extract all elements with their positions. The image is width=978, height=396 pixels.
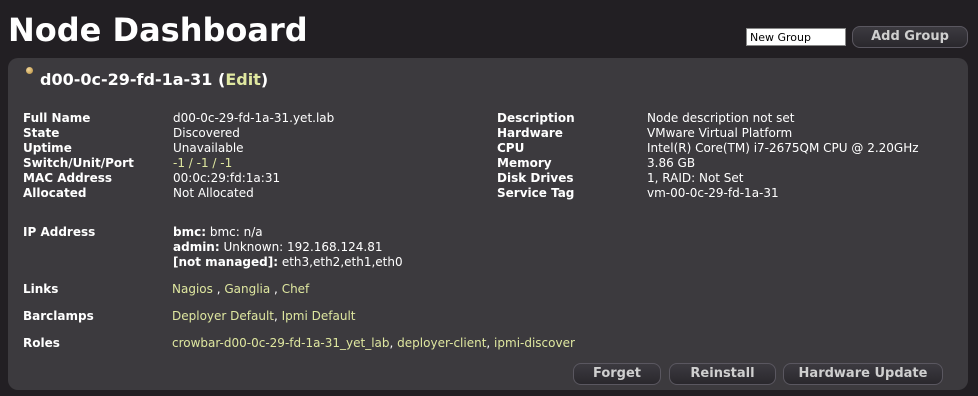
value-allocated: Not Allocated: [173, 186, 254, 200]
barclamp-ipmi[interactable]: Ipmi Default: [282, 309, 356, 323]
value-switch[interactable]: -1 / -1 / -1: [173, 156, 232, 171]
value-service-tag: vm-00-0c-29-fd-1a-31: [647, 186, 779, 200]
role-crowbar[interactable]: crowbar-d00-0c-29-fd-1a-31_yet_lab: [172, 336, 390, 350]
label-allocated: Allocated: [23, 186, 87, 200]
value-memory: 3.86 GB: [647, 156, 696, 170]
label-memory: Memory: [497, 156, 552, 170]
label-cpu: CPU: [497, 141, 525, 155]
role-deployer-client[interactable]: deployer-client: [397, 336, 486, 350]
label-switch: Switch/Unit/Port: [23, 156, 134, 170]
ip-bmc-key: bmc:: [173, 225, 207, 239]
barclamps-list: Deployer Default, Ipmi Default: [172, 309, 355, 324]
page-title: Node Dashboard: [8, 11, 308, 49]
barclamp-deployer[interactable]: Deployer Default: [172, 309, 274, 323]
links-separator: ,: [212, 282, 225, 296]
link-chef[interactable]: Chef: [282, 282, 310, 296]
ip-admin: admin: Unknown: 192.168.124.81: [173, 240, 382, 255]
value-hardware: VMware Virtual Platform: [647, 126, 793, 140]
label-disk-drives: Disk Drives: [497, 171, 574, 185]
new-group-input[interactable]: [746, 28, 846, 46]
label-uptime: Uptime: [23, 141, 72, 155]
reinstall-button[interactable]: Reinstall: [669, 363, 776, 385]
value-cpu: Intel(R) Core(TM) i7-2675QM CPU @ 2.20GH…: [647, 141, 919, 155]
node-name: d00-0c-29-fd-1a-31: [40, 70, 213, 89]
value-state: Discovered: [173, 126, 240, 140]
link-ganglia[interactable]: Ganglia: [224, 282, 270, 296]
label-hardware: Hardware: [497, 126, 563, 140]
hardware-update-button[interactable]: Hardware Update: [783, 363, 943, 385]
value-full-name: d00-0c-29-fd-1a-31.yet.lab: [173, 111, 335, 125]
roles-separator: ,: [486, 336, 495, 350]
node-header: d00-0c-29-fd-1a-31 (Edit): [40, 70, 269, 89]
label-service-tag: Service Tag: [497, 186, 575, 200]
links-list: Nagios , Ganglia , Chef: [172, 282, 309, 297]
ip-unmanaged: [not managed]: eth3,eth2,eth1,eth0: [173, 255, 403, 270]
value-mac: 00:0c:29:fd:1a:31: [173, 171, 281, 185]
role-ipmi-discover[interactable]: ipmi-discover: [494, 336, 575, 350]
ip-admin-value: Unknown: 192.168.124.81: [219, 240, 383, 254]
node-status-icon: [26, 67, 33, 74]
label-state: State: [23, 126, 60, 140]
links-separator: ,: [270, 282, 282, 296]
label-links: Links: [23, 282, 59, 296]
ip-unmanaged-value: eth3,eth2,eth1,eth0: [278, 255, 403, 269]
forget-button[interactable]: Forget: [573, 363, 661, 385]
label-mac: MAC Address: [23, 171, 113, 185]
roles-list: crowbar-d00-0c-29-fd-1a-31_yet_lab, depl…: [172, 336, 575, 351]
link-nagios[interactable]: Nagios: [172, 282, 213, 296]
barclamps-separator: ,: [274, 309, 282, 323]
ip-admin-key: admin:: [173, 240, 220, 254]
label-full-name: Full Name: [23, 111, 91, 125]
ip-unmanaged-key: [not managed]:: [173, 255, 279, 269]
value-disk-drives: 1, RAID: Not Set: [647, 171, 744, 185]
add-group-button[interactable]: Add Group: [852, 26, 968, 48]
ip-bmc: bmc: bmc: n/a: [173, 225, 263, 240]
value-description: Node description not set: [647, 111, 795, 125]
ip-bmc-value: bmc: n/a: [206, 225, 263, 239]
label-roles: Roles: [23, 336, 60, 350]
edit-link[interactable]: Edit: [225, 70, 261, 89]
label-barclamps: Barclamps: [23, 309, 94, 323]
value-uptime: Unavailable: [173, 141, 244, 155]
label-description: Description: [497, 111, 575, 125]
label-ip-address: IP Address: [23, 225, 96, 239]
